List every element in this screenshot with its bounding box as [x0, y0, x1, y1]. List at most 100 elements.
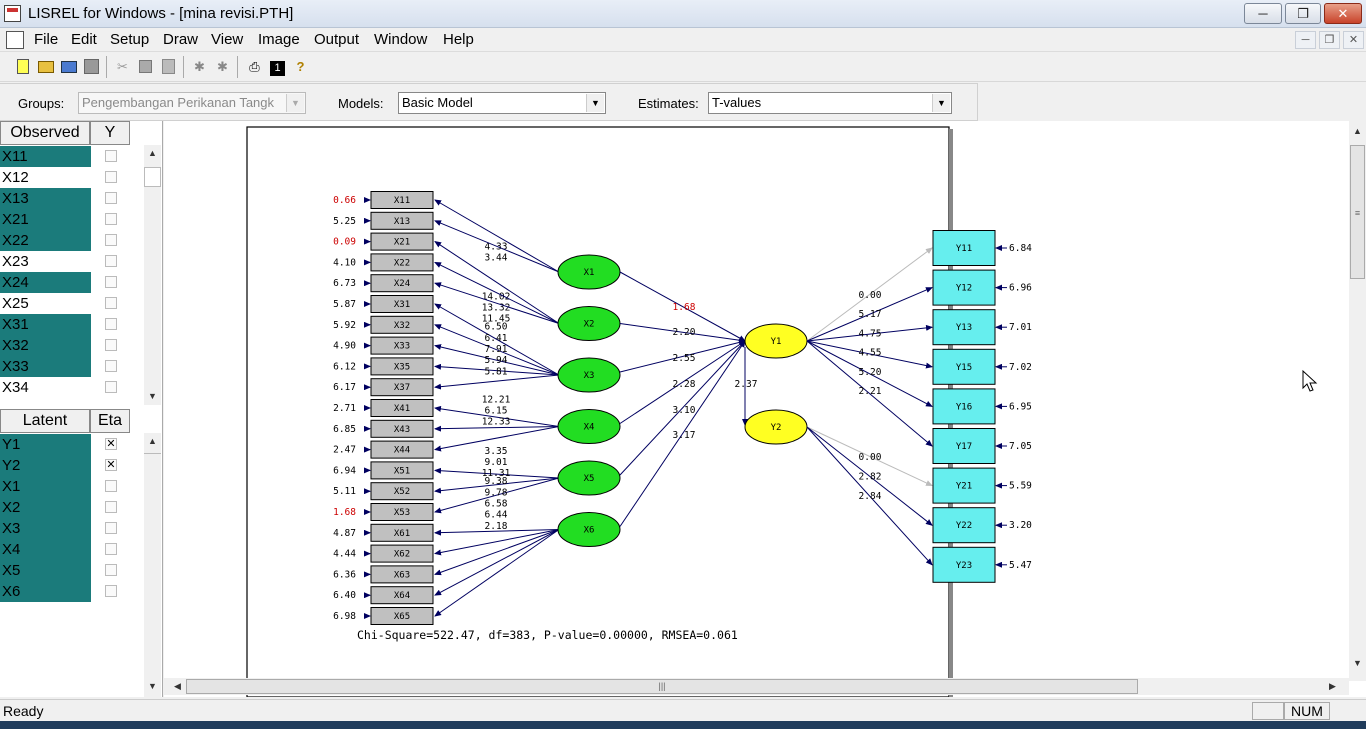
latent-row[interactable]: X4	[0, 539, 131, 560]
estimates-select[interactable]: T-values ▼	[708, 92, 952, 114]
run-icon[interactable]: ✱	[189, 57, 210, 78]
menu-setup[interactable]: Setup	[110, 31, 149, 48]
scroll-up-icon[interactable]: ▲	[144, 433, 161, 450]
latent-eta-header[interactable]: Eta	[90, 409, 130, 433]
latent-row[interactable]: X3	[0, 518, 131, 539]
observed-header[interactable]: Observed	[0, 121, 90, 145]
observed-y-checkbox[interactable]	[105, 171, 117, 183]
observed-y-checkbox[interactable]	[105, 255, 117, 267]
canvas-horizontal-scrollbar[interactable]: ◀ ||| ▶	[164, 678, 1349, 695]
observed-row[interactable]: X25	[0, 293, 131, 314]
observed-y-checkbox[interactable]	[105, 192, 117, 204]
scroll-thumb[interactable]: |||	[186, 679, 1138, 694]
loading-t-value: 6.15	[485, 406, 508, 417]
help-icon[interactable]: ?	[290, 57, 311, 78]
scroll-left-icon[interactable]: ◀	[169, 678, 186, 695]
observed-y-checkbox[interactable]	[105, 150, 117, 162]
observed-row[interactable]: X11	[0, 146, 131, 167]
observed-y-checkbox[interactable]	[105, 381, 117, 393]
path-diagram: X11 0.66 X13 5.25 X21 0.09 X22 4.10 X24 6.73 X31 5.…	[246, 126, 1032, 697]
y-loading-t-value: 4.55	[859, 348, 882, 359]
restore-button[interactable]: ❐	[1285, 3, 1321, 24]
minimize-button[interactable]: ─	[1244, 3, 1282, 24]
latent-row[interactable]: X6	[0, 581, 131, 602]
latent-eta-checkbox[interactable]	[105, 585, 117, 597]
observed-y-checkbox[interactable]	[105, 297, 117, 309]
latent-eta-checkbox[interactable]	[105, 501, 117, 513]
groups-select[interactable]: Pengembangan Perikanan Tangk ▼	[78, 92, 306, 114]
observed-row[interactable]: X22	[0, 230, 131, 251]
observed-y-checkbox[interactable]	[105, 234, 117, 246]
run-model-icon[interactable]: ✱	[212, 57, 233, 78]
observed-scrollbar[interactable]: ▲ ▼	[144, 145, 161, 405]
observed-y-checkbox[interactable]	[105, 318, 117, 330]
latent-eta-checkbox[interactable]: ✕	[105, 438, 117, 450]
observed-row[interactable]: X13	[0, 188, 131, 209]
latent-variable-name: X2	[0, 497, 91, 518]
scroll-right-icon[interactable]: ▶	[1324, 678, 1341, 695]
x-indicator-label: X63	[394, 570, 410, 580]
observed-row[interactable]: X23	[0, 251, 131, 272]
observed-row[interactable]: X32	[0, 335, 131, 356]
observed-row[interactable]: X12	[0, 167, 131, 188]
latent-eta-checkbox[interactable]	[105, 564, 117, 576]
info-icon[interactable]: 1	[267, 57, 288, 78]
open-recent-icon[interactable]	[58, 57, 79, 78]
observed-row[interactable]: X31	[0, 314, 131, 335]
mdi-restore-button[interactable]: ❐	[1319, 31, 1340, 49]
scroll-up-icon[interactable]: ▲	[1349, 123, 1366, 140]
observed-row[interactable]: X34	[0, 377, 131, 398]
latent-variable-name: X3	[0, 518, 91, 539]
lisrel-app-icon[interactable]	[4, 5, 21, 22]
observed-y-checkbox[interactable]	[105, 276, 117, 288]
cut-icon[interactable]: ✂	[112, 57, 133, 78]
scroll-thumb[interactable]: ≡	[1350, 145, 1365, 279]
latent-row[interactable]: Y1 ✕	[0, 434, 131, 455]
menu-view[interactable]: View	[211, 31, 243, 48]
observed-row[interactable]: X24	[0, 272, 131, 293]
scroll-down-icon[interactable]: ▼	[144, 678, 161, 695]
observed-y-header[interactable]: Y	[90, 121, 130, 145]
menu-window[interactable]: Window	[374, 31, 427, 48]
copy-icon[interactable]	[135, 57, 156, 78]
paste-icon[interactable]	[158, 57, 179, 78]
menu-help[interactable]: Help	[443, 31, 474, 48]
close-button[interactable]: ✕	[1324, 3, 1362, 24]
models-select[interactable]: Basic Model ▼	[398, 92, 606, 114]
latent-eta-checkbox[interactable]	[105, 522, 117, 534]
scroll-thumb[interactable]	[144, 167, 161, 187]
observed-y-checkbox[interactable]	[105, 360, 117, 372]
menu-image[interactable]: Image	[258, 31, 300, 48]
scroll-up-icon[interactable]: ▲	[144, 145, 161, 162]
open-folder-icon[interactable]	[35, 57, 56, 78]
observed-y-checkbox[interactable]	[105, 213, 117, 225]
latent-row[interactable]: Y2 ✕	[0, 455, 131, 476]
gamma-t-value: 1.68	[673, 302, 696, 313]
observed-y-checkbox[interactable]	[105, 339, 117, 351]
menu-output[interactable]: Output	[314, 31, 359, 48]
latent-eta-checkbox[interactable]	[105, 543, 117, 555]
new-file-icon[interactable]	[12, 57, 33, 78]
mdi-minimize-button[interactable]: ─	[1295, 31, 1316, 49]
gamma-t-value: 2.28	[673, 379, 696, 390]
menu-edit[interactable]: Edit	[71, 31, 97, 48]
latent-header[interactable]: Latent	[0, 409, 90, 433]
print-icon[interactable]: ⎙	[244, 57, 265, 78]
save-icon[interactable]	[81, 57, 102, 78]
scroll-down-icon[interactable]: ▼	[1349, 655, 1366, 672]
latent-row[interactable]: X1	[0, 476, 131, 497]
menu-draw[interactable]: Draw	[163, 31, 198, 48]
observed-row[interactable]: X33	[0, 356, 131, 377]
latent-row[interactable]: X2	[0, 497, 131, 518]
latent-row[interactable]: X5	[0, 560, 131, 581]
menu-file[interactable]: File	[34, 31, 58, 48]
latent-eta-checkbox[interactable]: ✕	[105, 459, 117, 471]
mdi-close-button[interactable]: ✕	[1343, 31, 1364, 49]
document-icon[interactable]	[6, 31, 24, 49]
observed-row[interactable]: X21	[0, 209, 131, 230]
canvas-vertical-scrollbar[interactable]: ▲ ≡ ▼	[1349, 121, 1366, 681]
scroll-down-icon[interactable]: ▼	[144, 388, 161, 405]
latent-eta-checkbox[interactable]	[105, 480, 117, 492]
error-t-value: 4.10	[333, 257, 356, 268]
latent-scrollbar[interactable]: ▲ ▼	[144, 433, 161, 697]
